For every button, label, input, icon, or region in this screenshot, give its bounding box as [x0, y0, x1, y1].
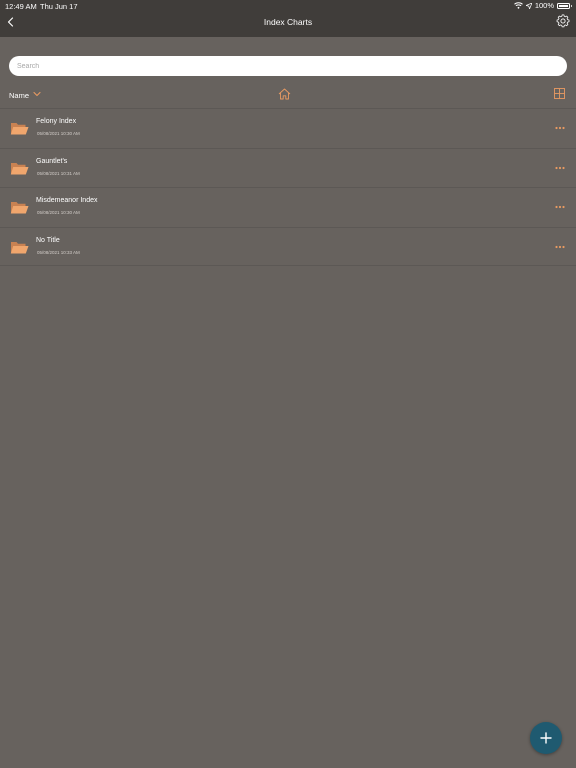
item-date: 05/08/2021 10:33 AM — [37, 249, 80, 255]
battery-icon — [557, 2, 572, 9]
more-options-icon[interactable] — [555, 245, 565, 249]
status-date: Thu Jun 17 — [40, 2, 78, 11]
top-bar: 12:49 AM Thu Jun 17 100% Index Charts — [0, 0, 576, 37]
item-date: 05/08/2021 10:30 AM — [37, 131, 80, 136]
status-time: 12:49 AM — [5, 2, 37, 11]
status-bar: 12:49 AM Thu Jun 17 100% — [0, 0, 576, 11]
list-item[interactable]: Misdemeanor Index 05/08/2021 10:30 AM — [0, 187, 576, 227]
more-options-icon[interactable] — [555, 126, 565, 130]
more-options-icon[interactable] — [555, 166, 565, 170]
folder-icon — [10, 123, 29, 135]
plus-icon — [540, 732, 552, 744]
folder-icon — [10, 162, 29, 174]
sort-label[interactable]: Name — [9, 91, 29, 100]
status-right: 100% — [513, 1, 572, 10]
folder-icon — [10, 202, 29, 214]
home-icon[interactable] — [278, 88, 291, 100]
wifi-icon — [513, 2, 523, 9]
chevron-down-icon[interactable] — [33, 90, 41, 98]
grid-view-icon[interactable] — [554, 88, 565, 99]
item-title: Misdemeanor Index — [36, 197, 98, 204]
list-item[interactable]: No Title 05/08/2021 10:33 AM — [0, 226, 576, 266]
sort-toolbar: Name — [0, 86, 576, 104]
item-date: 05/08/2021 10:30 AM — [37, 210, 80, 215]
item-title: Felony Index — [36, 118, 77, 125]
battery-percent: 100% — [534, 1, 554, 10]
item-date: 05/08/2021 10:31 AM — [37, 170, 80, 176]
folder-list: Felony Index 05/08/2021 10:30 AM Gauntle… — [0, 108, 576, 266]
page-title: Index Charts — [263, 17, 313, 27]
item-title: Gauntlet's — [36, 157, 68, 165]
gear-icon[interactable] — [556, 14, 570, 28]
location-arrow-icon — [525, 2, 532, 9]
list-item[interactable]: Gauntlet's 05/08/2021 10:31 AM — [0, 147, 576, 188]
search-input[interactable] — [9, 56, 567, 76]
add-button[interactable] — [530, 722, 562, 754]
folder-icon — [10, 241, 29, 253]
item-title: No Title — [36, 236, 60, 244]
list-item[interactable]: Felony Index 05/08/2021 10:30 AM — [0, 108, 576, 148]
more-options-icon[interactable] — [555, 205, 565, 209]
